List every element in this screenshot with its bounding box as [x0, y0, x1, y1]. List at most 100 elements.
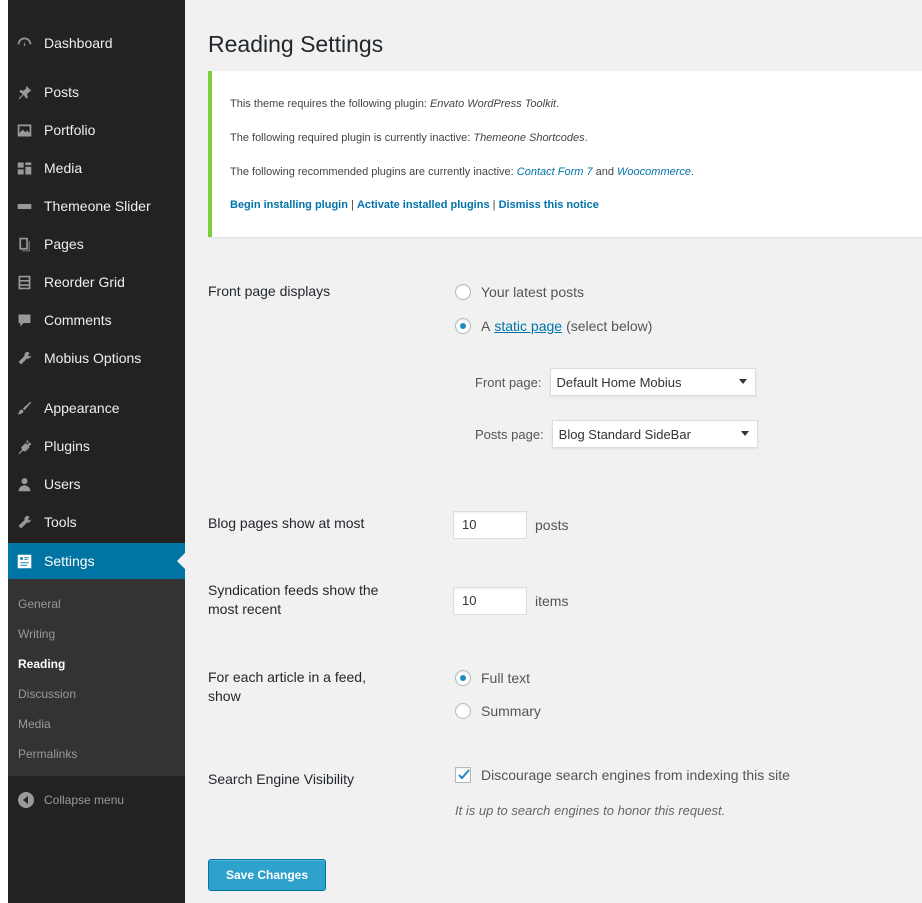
sidebar-item-label: Users — [44, 476, 81, 492]
front-page-select[interactable]: Default Home Mobius — [549, 368, 756, 396]
radio-button[interactable] — [455, 670, 471, 686]
sidebar-item-mobius-options[interactable]: Mobius Options — [8, 340, 185, 376]
search-engine-description: It is up to search engines to honor this… — [455, 803, 726, 818]
pin-icon — [14, 82, 34, 102]
radio-full-text[interactable]: Full text — [455, 670, 530, 686]
check-icon — [458, 769, 470, 780]
admin-sidebar: Dashboard Posts Portfolio Media Themeone… — [8, 0, 185, 903]
sidebar-item-dashboard[interactable]: Dashboard — [8, 25, 185, 61]
front-page-select-row: Front page: Default Home Mobius — [475, 368, 756, 396]
blog-pages-unit: posts — [535, 517, 569, 533]
submenu-permalinks[interactable]: Permalinks — [8, 739, 185, 769]
portfolio-icon — [14, 120, 34, 140]
grid-icon — [14, 272, 34, 292]
plugin-name: Envato WordPress Toolkit — [429, 98, 557, 110]
sidebar-item-label: Dashboard — [44, 35, 113, 51]
sidebar-item-label: Appearance — [44, 400, 120, 416]
search-engine-label: Search Engine Visibility — [208, 771, 355, 787]
sidebar-item-reorder-grid[interactable]: Reorder Grid — [8, 264, 185, 300]
page-title: Reading Settings — [208, 31, 384, 57]
radio-latest-posts[interactable]: Your latest posts — [455, 284, 584, 300]
syndication-input[interactable]: 10 — [453, 587, 527, 615]
sidebar-item-plugins[interactable]: Plugins — [8, 428, 185, 464]
users-icon — [14, 474, 34, 494]
radio-summary[interactable]: Summary — [455, 703, 541, 719]
submenu-media[interactable]: Media — [8, 709, 185, 739]
plugin-name: Themeone Shortcodes — [473, 132, 585, 144]
contact-form-link[interactable]: Contact Form 7 — [517, 166, 593, 178]
sidebar-item-posts[interactable]: Posts — [8, 74, 185, 110]
collapse-icon — [18, 792, 34, 808]
media-icon — [14, 158, 34, 178]
brush-icon — [14, 398, 34, 418]
activate-plugins-link[interactable]: Activate installed plugins — [357, 199, 490, 211]
sidebar-item-label: Reorder Grid — [44, 274, 125, 290]
sidebar-item-label: Portfolio — [44, 122, 96, 138]
posts-page-select[interactable]: Blog Standard SideBar — [551, 420, 758, 448]
sidebar-item-label: Themeone Slider — [44, 198, 151, 214]
submenu-discussion[interactable]: Discussion — [8, 679, 185, 709]
dashboard-icon — [14, 33, 34, 53]
posts-page-select-row: Posts page: Blog Standard SideBar — [475, 420, 758, 448]
sidebar-item-comments[interactable]: Comments — [8, 302, 185, 338]
sidebar-item-settings[interactable]: Settings — [8, 543, 185, 579]
woocommerce-link[interactable]: Woocommerce — [617, 166, 691, 178]
collapse-menu-label: Collapse menu — [44, 793, 125, 807]
static-page-link[interactable]: static page — [494, 318, 562, 334]
sidebar-item-themeone-slider[interactable]: Themeone Slider — [8, 188, 185, 224]
sidebar-item-label: Media — [44, 160, 83, 176]
sidebar-item-label: Pages — [44, 236, 84, 252]
dismiss-notice-link[interactable]: Dismiss this notice — [499, 199, 599, 211]
tools-icon — [14, 512, 34, 532]
active-indicator — [177, 553, 185, 569]
plugin-icon — [14, 436, 34, 456]
radio-button[interactable] — [455, 284, 471, 300]
sidebar-item-media[interactable]: Media — [8, 150, 185, 186]
sidebar-item-label: Settings — [44, 553, 95, 569]
front-page-label: Front page displays — [208, 283, 331, 299]
settings-submenu: General Writing Reading Discussion Media… — [8, 579, 185, 776]
radio-button[interactable] — [455, 703, 471, 719]
submenu-writing[interactable]: Writing — [8, 619, 185, 649]
sidebar-item-label: Tools — [44, 514, 77, 530]
pages-icon — [14, 234, 34, 254]
front-page-select-label: Front page: — [475, 374, 542, 390]
syndication-unit: items — [535, 593, 569, 609]
sidebar-item-label: Mobius Options — [44, 350, 142, 366]
sidebar-item-tools[interactable]: Tools — [8, 504, 185, 540]
sidebar-item-pages[interactable]: Pages — [8, 226, 185, 262]
submenu-general[interactable]: General — [8, 589, 185, 619]
page-edge — [0, 0, 8, 903]
submenu-reading[interactable]: Reading — [8, 649, 185, 679]
radio-button[interactable] — [455, 318, 471, 334]
plugin-notice: This theme requires the following plugin… — [208, 71, 922, 237]
main-content: Reading Settings This theme requires the… — [185, 0, 922, 903]
blog-pages-label: Blog pages show at most — [208, 515, 365, 531]
blog-pages-input[interactable]: 10 — [453, 511, 527, 539]
notice-line-inactive: The following required plugin is current… — [230, 132, 588, 144]
wrench-icon — [14, 348, 34, 368]
sidebar-item-appearance[interactable]: Appearance — [8, 390, 185, 426]
sidebar-item-portfolio[interactable]: Portfolio — [8, 112, 185, 148]
sidebar-item-users[interactable]: Users — [8, 466, 185, 502]
posts-page-select-label: Posts page: — [475, 426, 544, 442]
settings-icon — [14, 551, 34, 571]
comments-icon — [14, 310, 34, 330]
discourage-search-checkbox[interactable] — [455, 767, 471, 783]
dropdown-arrow-icon — [738, 379, 747, 384]
radio-static-page[interactable]: Astatic page (select below) — [455, 318, 652, 334]
sidebar-item-label: Plugins — [44, 438, 90, 454]
sidebar-item-label: Posts — [44, 84, 80, 100]
syndication-row: 10 items — [453, 587, 568, 615]
discourage-search-checkbox-row[interactable]: Discourage search engines from indexing … — [455, 767, 790, 783]
notice-line-recommended: The following recommended plugins are cu… — [230, 166, 695, 178]
sidebar-item-label: Comments — [44, 312, 112, 328]
blog-pages-row: 10 posts — [453, 511, 568, 539]
syndication-label: Syndication feeds show the most recent — [208, 582, 379, 617]
begin-installing-link[interactable]: Begin installing plugin — [230, 199, 348, 211]
slider-icon — [14, 196, 34, 216]
feed-article-label: For each article in a feed, show — [208, 669, 366, 704]
notice-actions: Begin installing plugin | Activate insta… — [230, 199, 599, 211]
collapse-menu-button[interactable]: Collapse menu — [8, 784, 185, 816]
save-changes-button[interactable]: Save Changes — [208, 859, 326, 891]
